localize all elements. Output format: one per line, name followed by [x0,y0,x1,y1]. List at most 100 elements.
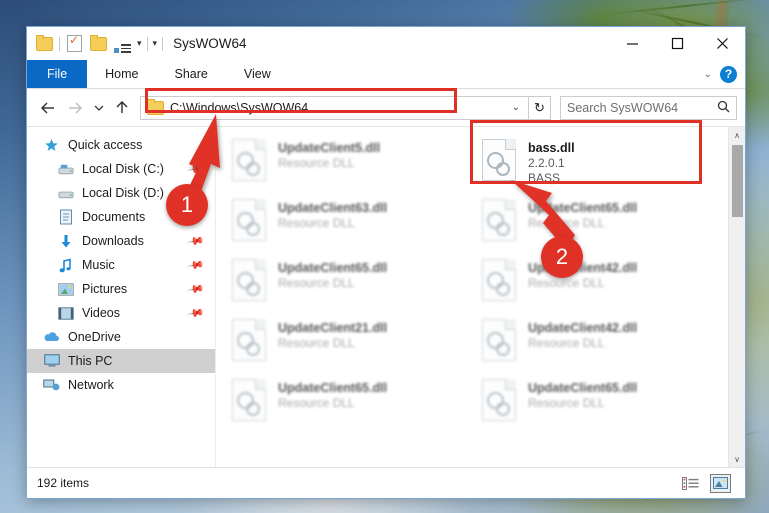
status-bar: 192 items [27,467,745,498]
back-button[interactable] [35,95,61,121]
dll-file-icon [232,139,266,181]
list-item[interactable]: UpdateClient65.dll Resource DLL [476,195,726,255]
help-icon[interactable]: ? [720,65,737,83]
list-item[interactable]: UpdateClient65.dll Resource DLL [226,375,476,435]
view-toggle-group [681,473,735,493]
file-description: Resource DLL [528,336,605,350]
sidebar-item-this-pc[interactable]: This PC [27,349,215,373]
refresh-button[interactable]: ↻ [529,95,551,120]
sidebar-item-label: Documents [82,210,146,224]
annotation-badge-1: 1 [166,184,208,226]
file-name: UpdateClient65.dll [528,201,638,215]
maximize-button[interactable] [655,27,700,60]
customize-icon[interactable] [113,34,132,53]
file-name: UpdateClient65.dll [278,261,388,275]
file-name: UpdateClient5.dll [278,141,381,155]
file-grid: UpdateClient5.dll Resource DLL bass.dll … [216,127,729,467]
sidebar-item-downloads[interactable]: Downloads 📌 [27,229,215,253]
pin-icon[interactable]: 📌 [187,304,206,323]
new-folder-icon[interactable] [89,34,108,53]
tab-share[interactable]: Share [157,60,226,88]
chevron-down-icon[interactable]: ⌄ [704,69,712,80]
folder-icon [147,98,164,115]
tab-home[interactable]: Home [87,60,156,88]
sidebar-item-label: Videos [82,306,120,320]
sidebar-item-label: Quick access [68,138,143,152]
drive-icon [57,185,74,201]
list-item[interactable]: UpdateClient65.dll Resource DLL [226,255,476,315]
window-title: SysWOW64 [173,36,247,51]
file-description: Resource DLL [278,276,355,290]
ribbon-right-controls: ⌄ ? [704,60,745,88]
sidebar-item-label: Pictures [82,282,128,296]
dll-file-icon [482,259,516,301]
toolbar-divider [146,36,148,51]
sidebar-item-pictures[interactable]: Pictures 📌 [27,277,215,301]
music-icon [57,257,74,273]
sidebar-item-videos[interactable]: Videos 📌 [27,301,215,325]
pictures-icon [57,281,74,297]
close-button[interactable] [700,27,745,60]
list-item[interactable]: UpdateClient21.dll Resource DLL [226,315,476,375]
dll-file-icon [232,259,266,301]
list-item[interactable]: UpdateClient5.dll Resource DLL [226,135,476,195]
scroll-up-icon[interactable]: ∧ [729,127,745,143]
scrollbar-thumb[interactable] [731,145,743,217]
minimize-button[interactable] [610,27,655,60]
pin-icon[interactable]: 📌 [187,232,206,251]
pin-icon[interactable]: 📌 [187,280,206,299]
properties-icon[interactable] [65,33,84,53]
qat-overflow-icon[interactable]: ▾ [153,39,158,48]
forward-button[interactable] [62,95,88,121]
search-icon[interactable] [717,100,730,116]
chevron-down-icon[interactable]: ▾ [137,39,142,48]
item-count-label: 192 items [37,476,90,490]
folder-icon[interactable] [35,34,54,53]
ribbon-tabs: File Home Share View ⌄ ? [27,60,745,89]
details-view-icon[interactable] [681,475,700,492]
file-description: Resource DLL [278,336,355,350]
sidebar-item-local-disk-c[interactable]: Local Disk (C:) 📌 [27,157,215,181]
list-item[interactable]: UpdateClient63.dll Resource DLL [226,195,476,255]
file-name: UpdateClient63.dll [278,201,388,215]
toolbar-divider [59,36,60,51]
list-item[interactable]: bass.dll 2.2.0.1 BASS [476,135,726,195]
list-item[interactable]: UpdateClient42.dll Resource DLL [476,255,726,315]
dll-file-icon [482,379,516,421]
drive-icon [57,161,74,177]
dll-file-icon [232,379,266,421]
file-explorer-window: ▾ ▾ SysWOW64 File Home Share View ⌄ ? [26,26,746,499]
tab-file[interactable]: File [27,60,88,88]
search-box[interactable]: Search SysWOW64 [560,95,737,120]
quick-access-toolbar: ▾ ▾ [27,27,164,60]
file-description: Resource DLL [528,276,605,290]
vertical-scrollbar[interactable]: ∧ ∨ [728,127,745,467]
large-icons-view-icon[interactable] [710,473,731,493]
sidebar-item-label: This PC [68,354,113,368]
dll-file-icon [482,199,516,241]
network-icon [43,377,60,393]
file-name: UpdateClient21.dll [278,321,388,335]
address-bar[interactable]: C:\Windows\SysWOW64 ⌄ [140,95,529,120]
recent-locations-button[interactable] [89,95,108,121]
up-button[interactable] [109,95,135,121]
sidebar-item-onedrive[interactable]: OneDrive [27,325,215,349]
pin-icon[interactable]: 📌 [187,160,206,179]
sidebar-item-label: Local Disk (C:) [82,162,164,176]
pin-icon[interactable]: 📌 [187,256,206,275]
search-input[interactable]: Search SysWOW64 [567,101,717,115]
address-bar-container: C:\Windows\SysWOW64 ⌄ [140,95,529,120]
dll-file-icon [482,319,516,361]
file-name: UpdateClient42.dll [528,321,638,335]
list-item[interactable]: UpdateClient65.dll Resource DLL [476,375,726,435]
sidebar-item-label: Music [82,258,115,272]
list-item[interactable]: UpdateClient42.dll Resource DLL [476,315,726,375]
scroll-down-icon[interactable]: ∨ [729,451,745,467]
file-description: Resource DLL [278,396,355,410]
chevron-down-icon[interactable]: ⌄ [512,102,524,113]
sidebar-item-quick-access[interactable]: Quick access [27,133,215,157]
file-description: BASS [528,171,561,185]
tab-view[interactable]: View [226,60,289,88]
sidebar-item-music[interactable]: Music 📌 [27,253,215,277]
sidebar-item-network[interactable]: Network [27,373,215,397]
